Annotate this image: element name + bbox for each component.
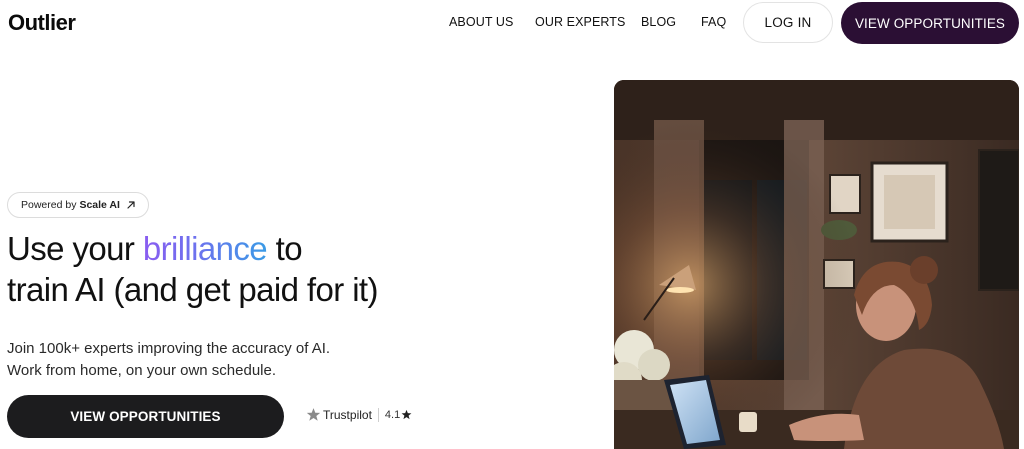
trustpilot-label: Trustpilot [323, 407, 372, 422]
headline-line2: train AI (and get paid for it) [7, 271, 378, 308]
login-button[interactable]: LOG IN [743, 2, 833, 43]
trustpilot-rating: 4.1 [384, 408, 401, 421]
nav-link-blog[interactable]: BLOG [641, 15, 676, 29]
nav-link-faq[interactable]: FAQ [701, 15, 726, 29]
view-opportunities-hero-button[interactable]: VIEW OPPORTUNITIES [7, 395, 284, 438]
pill-brand: Scale AI [79, 199, 120, 211]
pill-prefix: Powered by [21, 199, 77, 211]
powered-by-pill[interactable]: Powered by Scale AI [7, 192, 149, 218]
hero-subtext: Join 100k+ experts improving the accurac… [7, 338, 330, 382]
headline-pre: Use your [7, 230, 143, 267]
sub-line2: Work from home, on your own schedule. [7, 362, 277, 379]
trustpilot-badge[interactable]: Trustpilot 4.1 [306, 407, 412, 422]
headline-highlight: brilliance [142, 230, 268, 267]
headline-post: to [267, 230, 303, 267]
hero-headline: Use your brilliance to train AI (and get… [7, 228, 378, 310]
nav-link-about-us[interactable]: ABOUT US [449, 15, 513, 29]
view-opportunities-nav-button[interactable]: VIEW OPPORTUNITIES [841, 2, 1019, 44]
trustpilot-divider [377, 407, 379, 422]
arrow-up-right-icon [127, 201, 135, 209]
sub-line1: Join 100k+ experts improving the accurac… [7, 340, 331, 357]
logo[interactable]: Outlier [8, 10, 76, 36]
star-icon [401, 409, 412, 420]
trustpilot-star-icon [306, 408, 321, 421]
hero-image [614, 80, 1019, 449]
woman-working-at-laptop-photo [614, 80, 1019, 449]
nav-link-our-experts[interactable]: OUR EXPERTS [535, 15, 625, 29]
